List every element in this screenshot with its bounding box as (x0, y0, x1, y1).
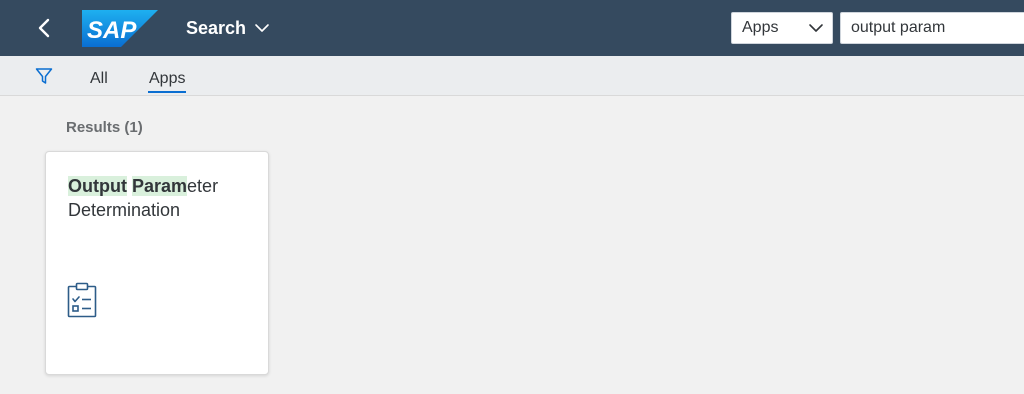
back-arrow-icon (38, 18, 50, 38)
tab-apps[interactable]: Apps (148, 70, 187, 93)
scope-selected-value: Apps (742, 19, 779, 36)
filter-bar: All Apps (0, 56, 1024, 96)
chevron-down-icon (255, 24, 269, 32)
tile-title-match: Output (68, 176, 127, 196)
chevron-down-icon (809, 24, 823, 32)
tile-title-line2: Determination (68, 200, 181, 220)
back-button[interactable] (28, 12, 60, 44)
page-title: Search (186, 17, 247, 38)
tile-title-match: Param (132, 176, 188, 196)
logo-text: SAP (87, 17, 137, 44)
search-scope-select[interactable]: Apps (731, 12, 833, 44)
tile-title-text: eter (187, 176, 219, 196)
shell-bar: SAP Search Apps (0, 0, 1024, 56)
app-tile[interactable]: Output Parameter Determination (45, 151, 269, 375)
tile-title: Output Parameter Determination (68, 174, 258, 222)
results-count-label: Results (1) (66, 119, 143, 136)
search-menu-title[interactable]: Search (186, 15, 270, 41)
sap-logo[interactable]: SAP (82, 10, 158, 47)
search-input[interactable] (840, 12, 1024, 44)
filter-icon (35, 68, 53, 84)
checklist-icon (67, 282, 97, 318)
tab-all[interactable]: All (90, 70, 108, 91)
filter-button[interactable] (32, 64, 56, 88)
